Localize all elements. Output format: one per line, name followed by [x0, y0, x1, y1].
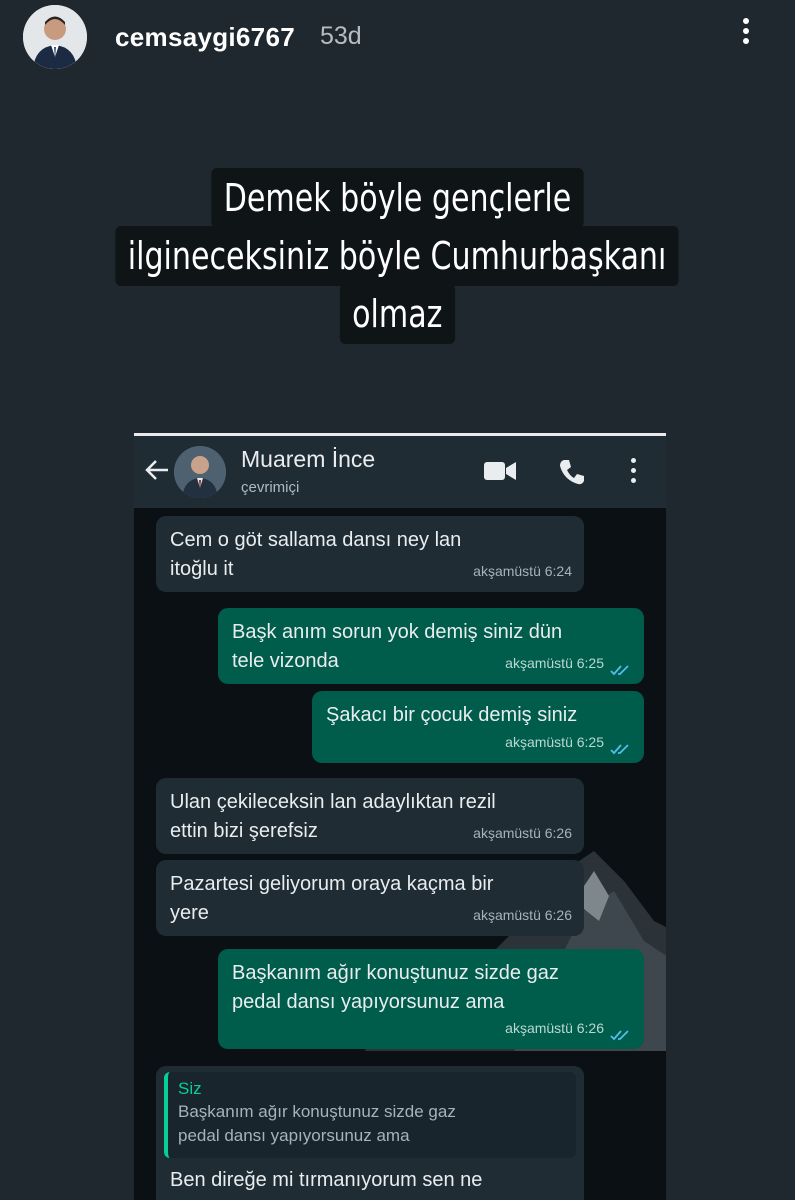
back-arrow-icon[interactable] — [144, 458, 170, 482]
quoted-message[interactable]: Siz Başkanım ağır konuştunuz sizde gaz p… — [164, 1072, 576, 1158]
chat-header: Muarem İnce çevrimiçi — [134, 436, 666, 508]
message-bubble[interactable]: Pazartesi geliyorum oraya kaçma bir yere… — [156, 860, 584, 936]
contact-avatar-image — [174, 446, 226, 498]
read-receipt-icon — [610, 744, 629, 755]
caption-line: ilgineceksiniz böyle Cumhurbaşkanı — [115, 226, 680, 286]
contact-avatar[interactable] — [174, 446, 226, 498]
message-time: akşamüstü 6:24 — [473, 563, 572, 579]
message-text-line: Ulan çekileceksin lan adaylıktan rezil — [170, 791, 496, 813]
phone-icon[interactable] — [558, 458, 586, 486]
video-call-icon[interactable] — [484, 460, 516, 482]
message-text-line: Pazartesi geliyorum oraya kaçma bir — [170, 873, 494, 895]
post-age: 53d — [320, 22, 362, 50]
message-text-line: pedal dansı yapıyorsunuz ama — [232, 991, 505, 1013]
message-time: akşamüstü 6:26 — [505, 1020, 604, 1036]
story-caption: Demek böyle gençlerle ilgineceksiniz böy… — [0, 168, 795, 344]
story-header: cemsaygi6767 53d — [0, 0, 795, 80]
message-bubble[interactable]: Başkanım ağır konuştunuz sizde gaz pedal… — [218, 949, 644, 1049]
message-bubble[interactable]: Cem o göt sallama dansı ney lan itoğlu i… — [156, 516, 584, 592]
message-bubble[interactable]: Başk anım sorun yok demiş siniz dün tele… — [218, 608, 644, 684]
message-text-line: Cem o göt sallama dansı ney lan — [170, 529, 462, 551]
message-time: akşamüstü 6:26 — [473, 825, 572, 841]
chat-more-icon[interactable] — [628, 458, 638, 486]
read-receipt-icon — [610, 665, 629, 676]
caption-line: Demek böyle gençlerle — [211, 168, 584, 228]
message-time: akşamüstü 6:25 — [505, 655, 604, 671]
message-text-line: Şakacı bir çocuk demiş siniz — [326, 704, 578, 726]
avatar-image — [23, 5, 87, 69]
read-receipt-icon — [610, 1030, 629, 1041]
message-bubble[interactable]: Şakacı bir çocuk demiş siniz akşamüstü 6… — [312, 691, 644, 763]
chat-screenshot: Muarem İnce çevrimiçi Cem o göt sallama … — [134, 433, 666, 1200]
quote-text-line: pedal dansı yapıyorsunuz ama — [178, 1126, 410, 1145]
contact-status: çevrimiçi — [241, 479, 300, 496]
more-vertical-icon[interactable] — [734, 14, 758, 54]
message-text-line: Başkanım ağır konuştunuz sizde gaz — [232, 962, 559, 984]
user-avatar[interactable] — [23, 5, 87, 69]
message-bubble[interactable]: Ulan çekileceksin lan adaylıktan rezil e… — [156, 778, 584, 854]
caption-line: olmaz — [340, 284, 455, 344]
quote-text-line: Başkanım ağır konuştunuz sizde gaz — [178, 1102, 456, 1121]
message-text-line: Başk anım sorun yok demiş siniz dün — [232, 621, 563, 643]
username[interactable]: cemsaygi6767 — [115, 22, 295, 53]
reply-message-bubble[interactable]: Siz Başkanım ağır konuştunuz sizde gaz p… — [156, 1066, 584, 1200]
message-text-line: Ben direğe mi tırmanıyorum sen ne — [170, 1169, 483, 1191]
quote-author: Siz — [178, 1079, 202, 1098]
message-time: akşamüstü 6:25 — [505, 734, 604, 750]
message-time: akşamüstü 6:26 — [473, 907, 572, 923]
contact-name[interactable]: Muarem İnce — [241, 446, 375, 473]
